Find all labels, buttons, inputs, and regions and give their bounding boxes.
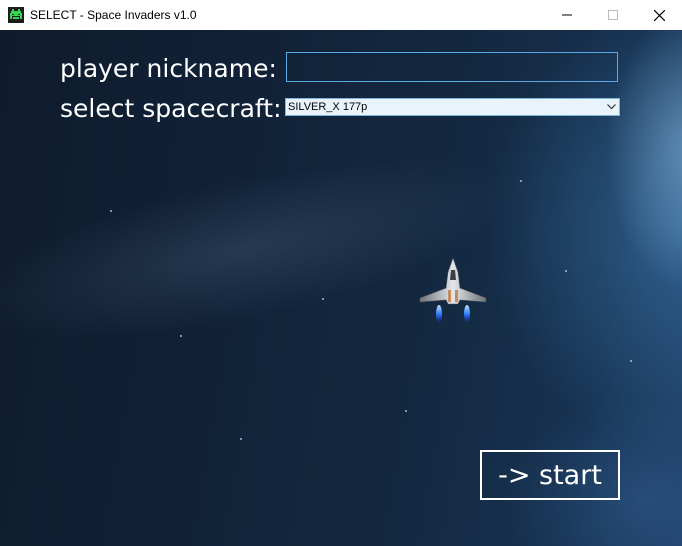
star [520,180,522,182]
minimize-icon [562,14,572,16]
spacecraft-selected-value: SILVER_X 177p [288,101,368,113]
game-window: SELECT - Space Invaders v1.0 player nick… [0,0,682,546]
window-title: SELECT - Space Invaders v1.0 [30,8,197,22]
close-button[interactable] [636,0,682,30]
star [110,210,112,212]
spacecraft-select[interactable]: SILVER_X 177p [285,98,620,116]
silver-spaceship-icon [419,258,487,323]
chevron-down-icon[interactable] [603,99,619,115]
spacecraft-label: select spacecraft: [60,94,282,123]
close-icon [653,9,665,21]
nickname-input[interactable] [286,52,618,82]
nebula-haze [0,123,529,377]
star [180,335,182,337]
start-button[interactable]: -> start [480,450,620,500]
maximize-button[interactable] [590,0,636,30]
star [405,410,407,412]
minimize-button[interactable] [544,0,590,30]
maximize-icon [608,10,618,20]
star [322,298,324,300]
title-bar[interactable]: SELECT - Space Invaders v1.0 [0,0,682,30]
star [630,360,632,362]
game-screen: player nickname: select spacecraft: SILV… [0,30,682,546]
nickname-label: player nickname: [60,54,277,83]
star [565,270,567,272]
star [240,438,242,440]
space-invader-icon [8,7,24,23]
